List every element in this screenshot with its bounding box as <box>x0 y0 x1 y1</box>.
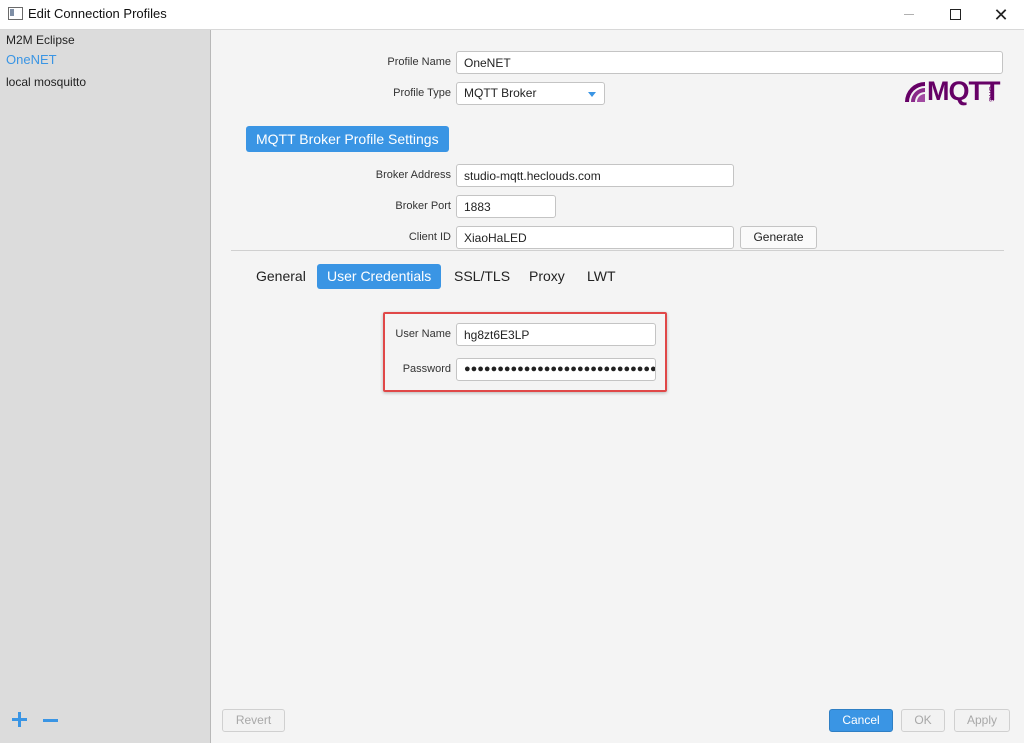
profile-list-item-m2m-eclipse[interactable]: M2M Eclipse <box>6 33 75 47</box>
client-id-label: Client ID <box>408 231 451 243</box>
mqtt-logo-org: ORG <box>987 86 994 102</box>
tab-proxy[interactable]: Proxy <box>519 264 575 289</box>
mqtt-logo: MQTT ORG <box>903 76 1003 108</box>
profile-type-label: Profile Type <box>393 87 451 99</box>
user-name-input[interactable] <box>456 323 656 346</box>
chevron-down-icon <box>588 92 596 97</box>
profile-list-sidebar: M2M Eclipse OneNET local mosquitto <box>0 30 211 743</box>
profile-name-label: Profile Name <box>387 56 451 68</box>
broker-settings-section-title: MQTT Broker Profile Settings <box>246 126 449 152</box>
profile-type-select[interactable]: MQTT Broker <box>456 82 605 105</box>
apply-button[interactable]: Apply <box>954 709 1010 732</box>
tab-general[interactable]: General <box>246 264 316 289</box>
generate-client-id-button[interactable]: Generate <box>740 226 817 249</box>
broker-address-input[interactable] <box>456 164 734 187</box>
profile-type-value: MQTT Broker <box>464 86 537 100</box>
title-bar: Edit Connection Profiles ✕ <box>0 0 1024 30</box>
password-label: Password <box>402 363 451 375</box>
tab-user-credentials[interactable]: User Credentials <box>317 264 442 289</box>
profile-list-item-onenet[interactable]: OneNET <box>6 52 57 67</box>
tab-lwt[interactable]: LWT <box>577 264 626 289</box>
maximize-button[interactable] <box>932 0 978 29</box>
minimize-icon <box>904 14 914 15</box>
profile-list-item-local-mosquitto[interactable]: local mosquitto <box>6 75 86 89</box>
tab-ssl-tls[interactable]: SSL/TLS <box>444 264 520 289</box>
profile-name-input[interactable] <box>456 51 1003 74</box>
add-profile-icon[interactable] <box>12 712 28 728</box>
revert-button[interactable]: Revert <box>222 709 285 732</box>
mqtt-logo-mark-icon <box>905 82 925 102</box>
minimize-button[interactable] <box>886 0 932 29</box>
close-icon: ✕ <box>993 4 1009 25</box>
cancel-button[interactable]: Cancel <box>829 709 893 732</box>
window-title: Edit Connection Profiles <box>28 6 167 21</box>
close-button[interactable]: ✕ <box>978 0 1024 29</box>
section-divider <box>231 250 1004 251</box>
app-window-icon <box>8 7 23 20</box>
ok-button[interactable]: OK <box>901 709 945 732</box>
maximize-icon <box>949 9 961 20</box>
user-name-label: User Name <box>395 328 451 340</box>
broker-address-label: Broker Address <box>375 169 451 181</box>
client-id-input[interactable] <box>456 226 734 249</box>
broker-port-label: Broker Port <box>395 200 451 212</box>
password-input[interactable]: ●●●●●●●●●●●●●●●●●●●●●●●●●●●●●● <box>456 358 656 381</box>
remove-profile-icon[interactable] <box>43 719 58 722</box>
broker-port-input[interactable] <box>456 195 556 218</box>
